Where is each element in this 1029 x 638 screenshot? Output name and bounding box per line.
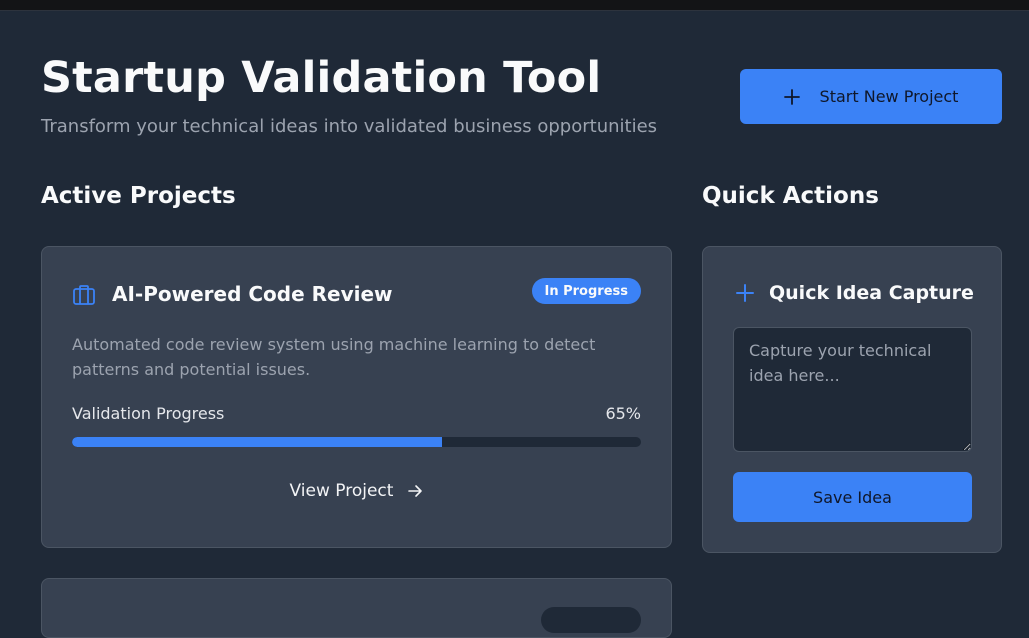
window-top-bar <box>0 0 1029 11</box>
start-new-project-button[interactable]: Start New Project <box>740 69 1002 124</box>
project-description: Automated code review system using machi… <box>72 335 596 379</box>
progress-bar-fill <box>72 437 442 447</box>
project-card: AI-Powered Code Review In Progress Autom… <box>41 246 672 548</box>
plus-icon <box>736 284 754 302</box>
project-card <box>41 578 672 638</box>
quick-idea-card: Quick Idea Capture Save Idea <box>702 246 1002 553</box>
quick-idea-header: Quick Idea Capture <box>735 282 974 304</box>
plus-icon <box>783 88 800 105</box>
project-title: AI-Powered Code Review <box>112 282 393 306</box>
view-project-link[interactable]: View Project <box>42 481 671 501</box>
status-badge <box>541 607 641 633</box>
quick-actions-heading: Quick Actions <box>702 183 879 209</box>
save-idea-label: Save Idea <box>813 487 892 507</box>
progress-bar <box>72 437 641 447</box>
page-title: Startup Validation Tool <box>41 53 602 103</box>
view-project-label: View Project <box>289 481 394 501</box>
active-projects-heading: Active Projects <box>41 183 236 209</box>
quick-idea-title: Quick Idea Capture <box>769 282 974 304</box>
status-badge: In Progress <box>531 278 641 304</box>
start-new-project-label: Start New Project <box>819 87 959 106</box>
idea-textarea[interactable] <box>733 327 972 452</box>
page-subtitle: Transform your technical ideas into vali… <box>41 116 658 137</box>
dashboard-page: Startup Validation Tool Transform your t… <box>0 11 1029 638</box>
arrow-right-icon <box>408 485 423 497</box>
progress-label: Validation Progress <box>72 404 225 423</box>
save-idea-button[interactable]: Save Idea <box>733 472 972 522</box>
progress-value: 65% <box>605 404 641 423</box>
briefcase-icon <box>73 285 95 305</box>
